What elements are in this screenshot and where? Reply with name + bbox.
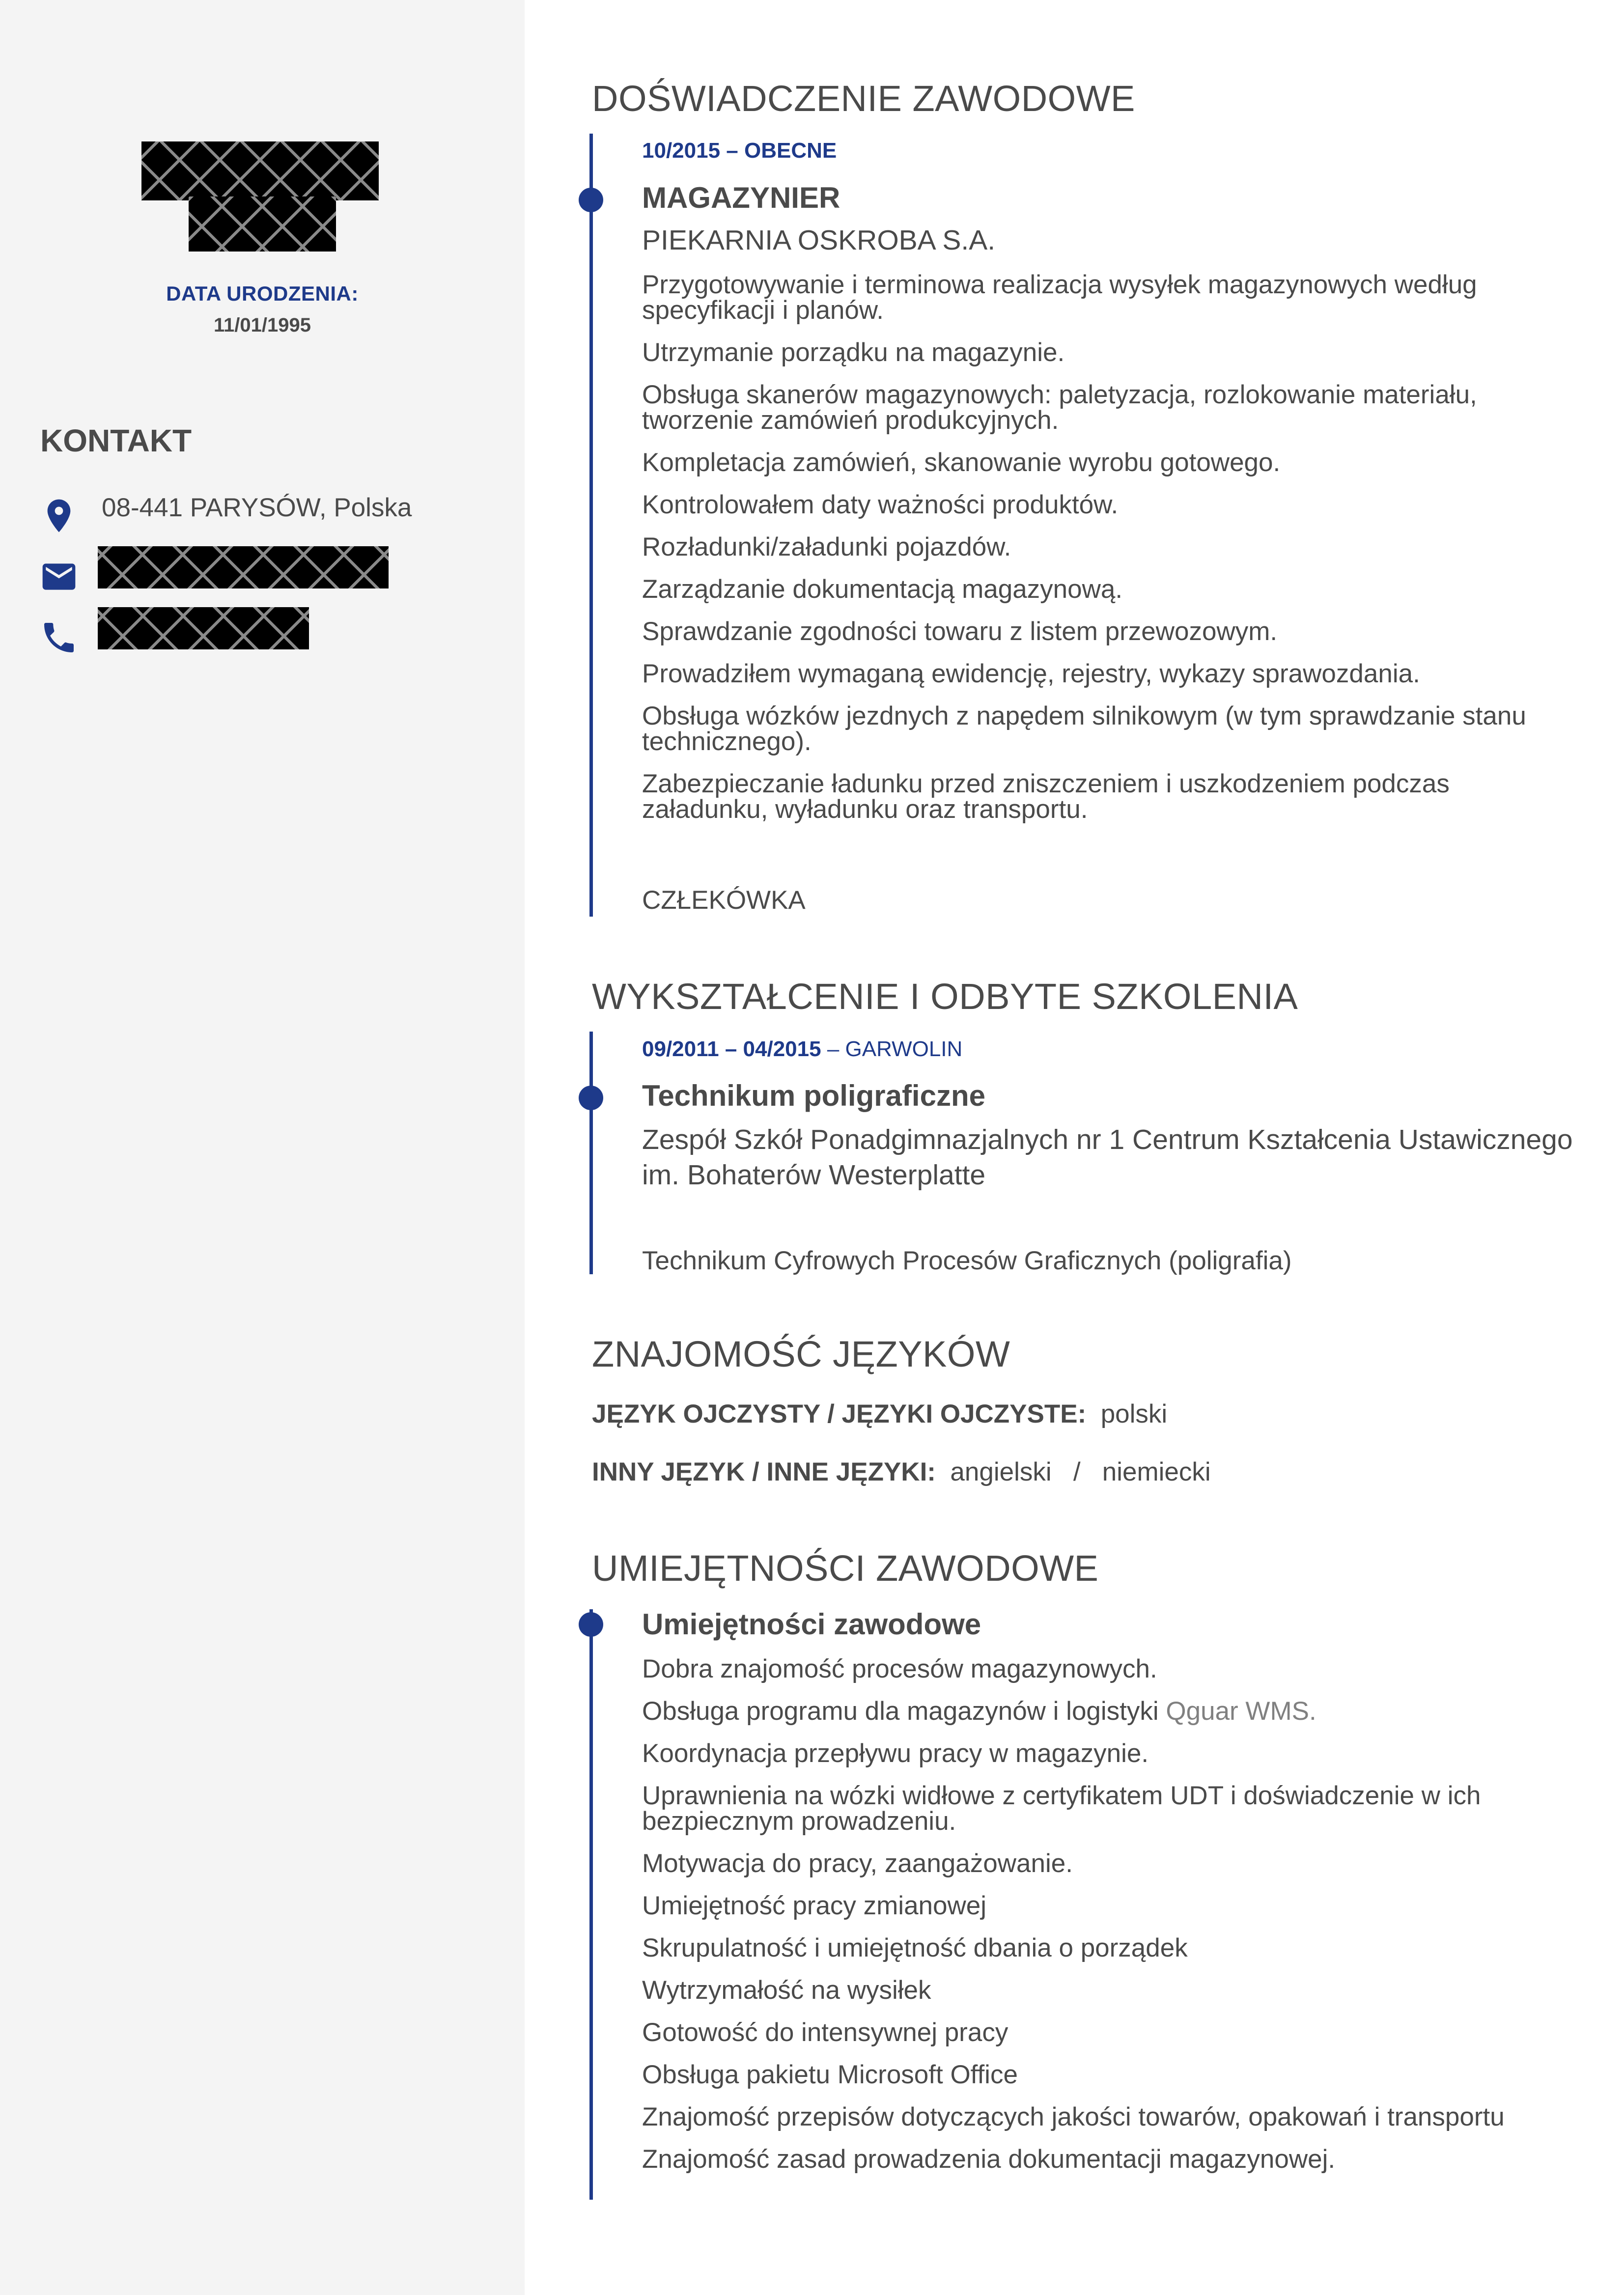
experience-heading: DOŚWIADCZENIE ZAWODOWE <box>592 78 1135 119</box>
education-date-range: 09/2011 – 04/2015 <box>642 1037 821 1061</box>
phone-icon <box>44 623 74 652</box>
other-languages-label: INNY JĘZYK / INNE JĘZYKI: <box>592 1457 936 1486</box>
skill-item: Koordynacja przepływu pracy w magazynie. <box>642 1739 1149 1768</box>
school-name: Zespół Szkół Ponadgimnazjalnych nr 1 Cen… <box>642 1124 1573 1191</box>
languages-heading: ZNAJOMOŚĆ JĘZYKÓW <box>592 1334 1010 1374</box>
dob-label: DATA URODZENIA: <box>166 282 359 305</box>
redacted-phone <box>98 607 309 649</box>
duty-item: Sprawdzanie zgodności towaru z listem pr… <box>642 617 1278 646</box>
native-language-value: polski <box>1100 1399 1168 1428</box>
skill-item: Umiejętność pracy zmianowej <box>642 1891 987 1920</box>
duty-item: Obsługa wózków jezdnych z napędem silnik… <box>642 701 1526 756</box>
other-language-value: niemiecki <box>1102 1457 1211 1486</box>
skill-item: Obsługa programu dla magazynów i logisty… <box>642 1697 1556 1726</box>
duty-item: Kompletacja zamówień, skanowanie wyrobu … <box>642 448 1281 477</box>
skills-subtitle: Umiejętności zawodowe <box>642 1608 981 1641</box>
degree-title: Technikum poligraficzne <box>642 1079 985 1112</box>
skills-timeline-dot <box>579 1612 603 1637</box>
skills-list: Dobra znajomość procesów magazynowych. O… <box>642 1656 1556 2189</box>
experience-location: CZŁEKÓWKA <box>642 886 806 915</box>
location-icon <box>47 499 71 532</box>
duty-item: Rozładunki/załadunki pojazdów. <box>642 532 1011 561</box>
redacted-email <box>98 546 389 588</box>
skill-item: Gotowość do intensywnej pracy <box>642 2018 1008 2047</box>
skill-item: Uprawnienia na wózki widłowe z certyfika… <box>642 1781 1481 1836</box>
dob-value: 11/01/1995 <box>214 314 311 336</box>
duty-item: Zarządzanie dokumentacją magazynową. <box>642 575 1123 604</box>
address-text: 08-441 PARYSÓW, Polska <box>102 493 412 522</box>
email-icon <box>42 563 76 590</box>
duty-item: Utrzymanie porządku na magazynie. <box>642 338 1065 367</box>
skill-item: Obsługa pakietu Microsoft Office <box>642 2060 1018 2089</box>
redacted-name-top <box>141 141 379 200</box>
duty-item: Prowadziłem wymaganą ewidencję, rejestry… <box>642 659 1420 688</box>
employer-name: PIEKARNIA OSKROBA S.A. <box>642 224 996 256</box>
other-languages-row: INNY JĘZYK / INNE JĘZYKI: angielski / ni… <box>592 1457 1211 1487</box>
duties-list: Przygotowywanie i terminowa realizacja w… <box>642 272 1556 839</box>
skill-item: Wytrzymałość na wysiłek <box>642 1976 931 2005</box>
skill-item: Motywacja do pracy, zaangażowanie. <box>642 1849 1073 1878</box>
language-separator: / <box>1073 1457 1081 1486</box>
education-heading: WYKSZTAŁCENIE I ODBYTE SZKOLENIA <box>592 976 1298 1017</box>
redacted-name-bottom <box>189 196 336 252</box>
experience-timeline <box>589 134 593 917</box>
experience-timeline-dot <box>579 188 603 212</box>
education-timeline-dot <box>579 1086 603 1110</box>
education-timeline <box>589 1032 593 1274</box>
other-language-value: angielski <box>950 1457 1052 1486</box>
skill-text: Obsługa programu dla magazynów i logisty… <box>642 1697 1166 1726</box>
skill-item: Dobra znajomość procesów magazynowych. <box>642 1654 1157 1683</box>
skill-item: Znajomość przepisów dotyczących jakości … <box>642 2102 1505 2131</box>
contact-heading: KONTAKT <box>40 423 192 458</box>
native-language-row: JĘZYK OJCZYSTY / JĘZYKI OJCZYSTE: polski <box>592 1399 1167 1429</box>
duty-item: Obsługa skanerów magazynowych: paletyzac… <box>642 380 1477 435</box>
skill-item: Skrupulatność i umiejętność dbania o por… <box>642 1933 1188 1962</box>
education-date: 09/2011 – 04/2015 – GARWOLIN <box>642 1037 962 1062</box>
duty-item: Przygotowywanie i terminowa realizacja w… <box>642 270 1477 325</box>
skill-highlight: Qguar WMS. <box>1166 1697 1316 1726</box>
field-of-study: Technikum Cyfrowych Procesów Graficznych… <box>642 1246 1292 1275</box>
duty-item: Zabezpieczanie ładunku przed zniszczenie… <box>642 769 1450 824</box>
skill-item: Znajomość zasad prowadzenia dokumentacji… <box>642 2145 1336 2174</box>
experience-date: 10/2015 – OBECNE <box>642 139 837 163</box>
job-title: MAGAZYNIER <box>642 181 840 214</box>
skills-heading: UMIEJĘTNOŚCI ZAWODOWE <box>592 1548 1099 1589</box>
sidebar: DATA URODZENIA: 11/01/1995 KONTAKT 08-44… <box>0 0 525 2295</box>
education-place: – GARWOLIN <box>821 1037 963 1061</box>
duty-item: Kontrolowałem daty ważności produktów. <box>642 490 1119 519</box>
skills-timeline <box>589 1609 593 2200</box>
native-language-label: JĘZYK OJCZYSTY / JĘZYKI OJCZYSTE: <box>592 1399 1087 1428</box>
